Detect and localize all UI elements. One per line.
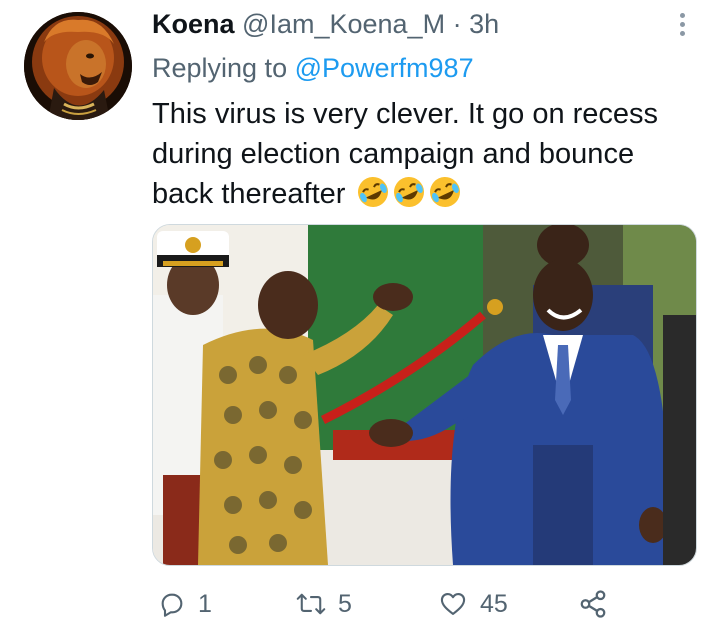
replying-prefix: Replying to: [152, 53, 288, 83]
photo-image: [153, 225, 696, 565]
like-button[interactable]: 45: [438, 584, 508, 624]
author-handle[interactable]: @Iam_Koena_M: [242, 9, 445, 39]
reply-button[interactable]: 1: [158, 584, 212, 624]
share-button[interactable]: [578, 584, 608, 624]
rolling-on-floor-laughing-emoji: [356, 175, 390, 220]
avatar[interactable]: [24, 12, 132, 120]
reply-icon: [161, 593, 183, 617]
more-vertical-icon[interactable]: [674, 10, 690, 40]
timestamp[interactable]: 3h: [469, 9, 499, 39]
tweet-action-bar: 1 5 45: [152, 584, 672, 624]
retweet-button[interactable]: 5: [296, 584, 352, 624]
tweet-text: This virus is very clever. It go on rece…: [152, 94, 692, 220]
rolling-on-floor-laughing-emoji: [392, 175, 426, 220]
retweet-icon: [296, 593, 326, 615]
lion-avatar-image: [24, 12, 132, 120]
reply-count: 1: [198, 589, 212, 618]
replying-to: Replying to @Powerfm987: [152, 50, 474, 86]
like-count: 45: [480, 589, 508, 618]
replying-mention-link[interactable]: @Powerfm987: [295, 53, 474, 83]
author-name[interactable]: Koena: [152, 9, 235, 39]
share-icon: [580, 590, 606, 618]
tweet-media-photo[interactable]: [152, 224, 697, 566]
tweet-header: Koena @Iam_Koena_M · 3h: [152, 6, 660, 42]
separator-dot: ·: [452, 9, 462, 39]
rolling-on-floor-laughing-emoji: [428, 175, 462, 220]
retweet-count: 5: [338, 589, 352, 618]
heart-icon: [440, 593, 466, 615]
